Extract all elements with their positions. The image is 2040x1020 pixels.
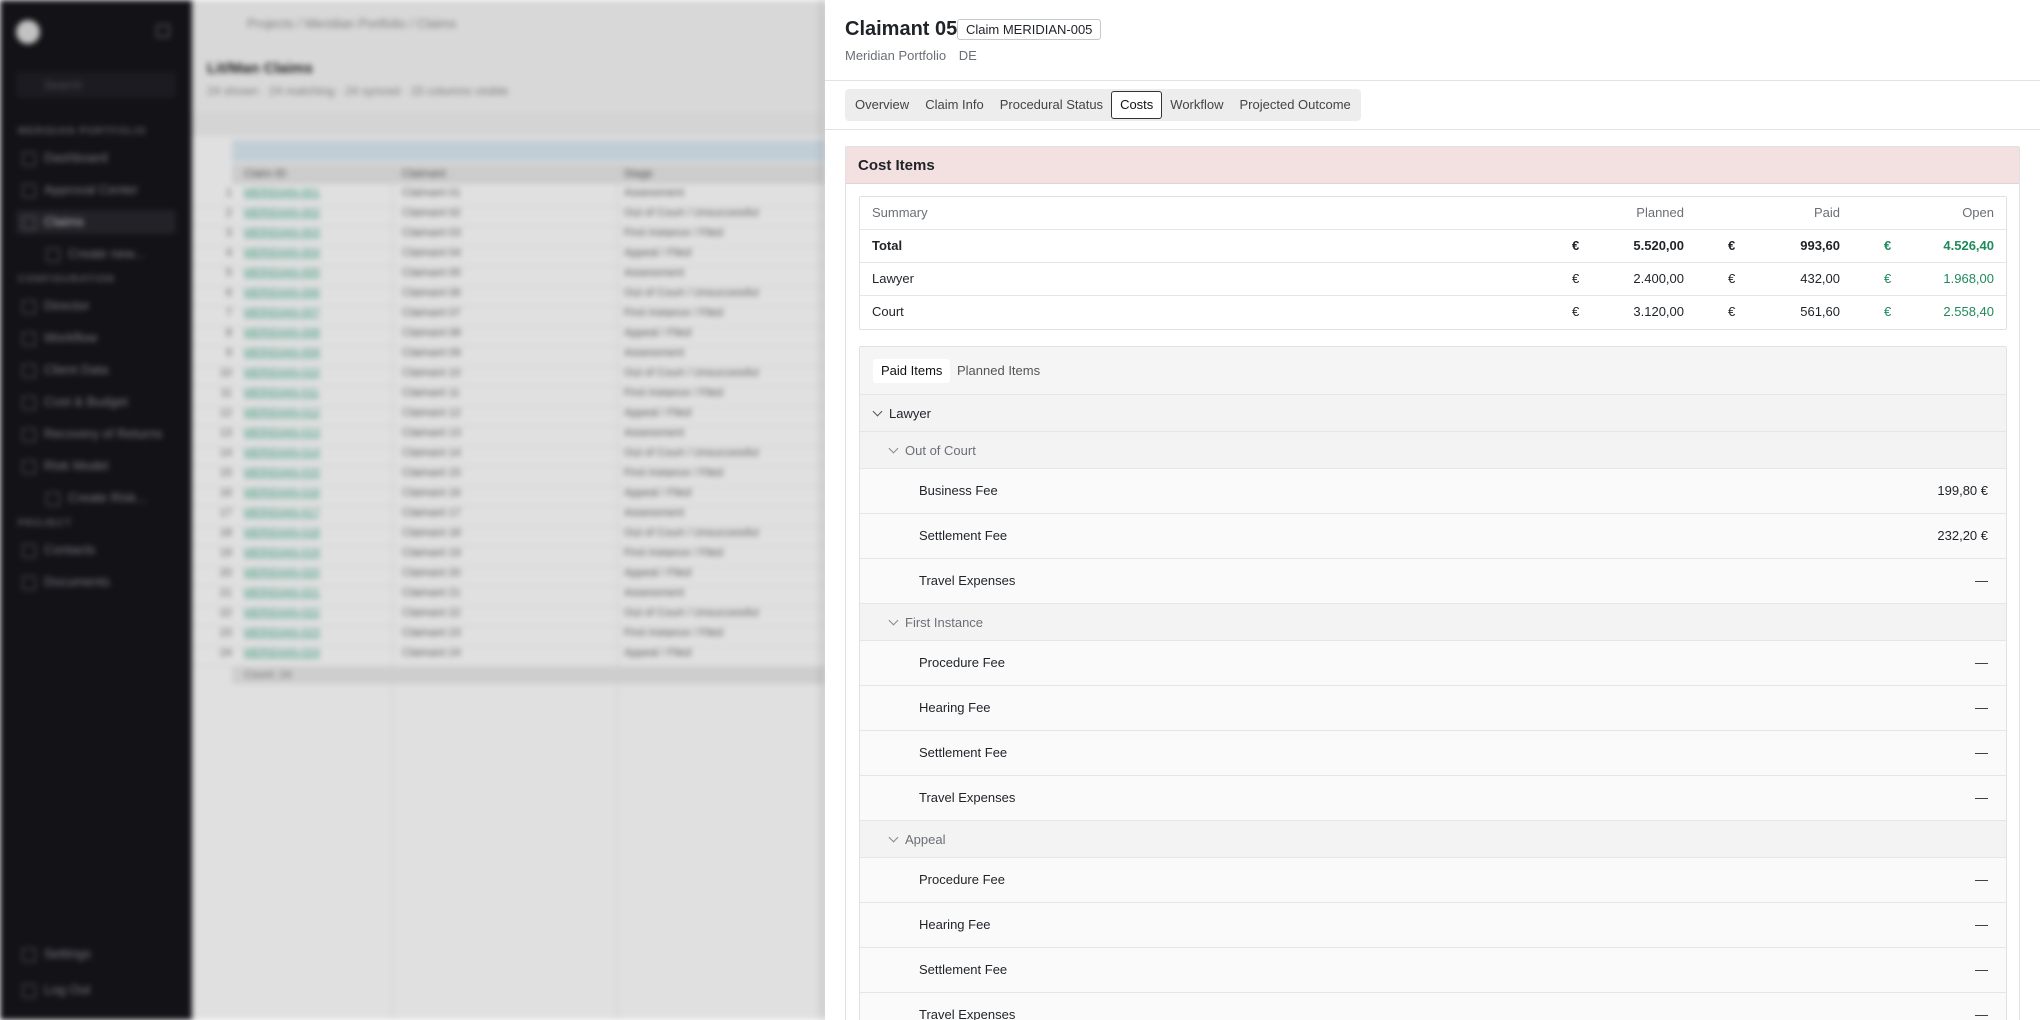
- currency-symbol: €: [1884, 271, 1892, 286]
- tab-costs[interactable]: Costs: [1111, 91, 1163, 119]
- cost-items-panel: Cost Items Summary Planned Paid Open Tot…: [845, 146, 2020, 1020]
- items-subtabs: Paid Items Planned Items: [860, 347, 2006, 395]
- item-rows: Lawyer Out of Court Business Fee 199,80 € Se…: [860, 395, 2006, 1020]
- subtab-paid-items[interactable]: Paid Items: [873, 359, 951, 383]
- chevron-down-icon[interactable]: [888, 443, 899, 454]
- planned-value: 3.120,00: [1633, 304, 1684, 319]
- group-row[interactable]: Lawyer: [860, 395, 2006, 432]
- cost-item-row[interactable]: Travel Expenses —: [860, 776, 2006, 821]
- subgroup-label: Appeal: [905, 832, 946, 847]
- summary-row-lawyer: Lawyer € 2.400,00 € 432,00 € 1.968,00: [860, 263, 2006, 296]
- cost-item-row[interactable]: Business Fee 199,80 €: [860, 469, 2006, 514]
- cost-item-value: —: [1975, 700, 1988, 715]
- subgroup-label: Out of Court: [905, 443, 976, 458]
- cost-item-label: Settlement Fee: [919, 528, 1008, 543]
- cost-item-row[interactable]: Hearing Fee —: [860, 686, 2006, 731]
- drawer-meta: Meridian Portfolio DE: [845, 48, 986, 63]
- open-value: 1.968,00: [1943, 271, 1994, 286]
- currency-symbol: €: [1884, 304, 1892, 319]
- chevron-down-icon[interactable]: [888, 615, 899, 626]
- cost-item-value: —: [1975, 790, 1988, 805]
- cost-item-value: —: [1975, 573, 1988, 588]
- cost-item-label: Hearing Fee: [919, 917, 991, 932]
- summary-header-planned: Planned: [1636, 205, 1684, 220]
- cost-item-label: Business Fee: [919, 483, 998, 498]
- paid-value: 993,60: [1800, 238, 1840, 253]
- tab-procedural-status[interactable]: Procedural Status: [992, 91, 1111, 119]
- subgroup-label: First Instance: [905, 615, 984, 630]
- cost-item-label: Settlement Fee: [919, 745, 1008, 760]
- chevron-down-icon[interactable]: [872, 406, 883, 417]
- cost-item-label: Travel Expenses: [919, 790, 1016, 805]
- subgroup-row[interactable]: Out of Court: [860, 432, 2006, 469]
- modal-backdrop[interactable]: [0, 0, 825, 1020]
- cost-item-value: 199,80 €: [1937, 483, 1988, 498]
- summary-row-label: Court: [872, 304, 904, 319]
- background-app: Search MERIDIAN PORTFOLIO Dashboard Appr…: [0, 0, 825, 1020]
- cost-item-value: 232,20 €: [1937, 528, 1988, 543]
- cost-item-row[interactable]: Procedure Fee —: [860, 641, 2006, 686]
- cost-item-row[interactable]: Travel Expenses —: [860, 993, 2006, 1020]
- summary-row-total: Total € 5.520,00 € 993,60 € 4.526,40: [860, 230, 2006, 263]
- planned-value: 2.400,00: [1633, 271, 1684, 286]
- cost-items-list: Paid Items Planned Items Lawyer Out of Co…: [859, 346, 2007, 1020]
- cost-item-row[interactable]: Settlement Fee 232,20 €: [860, 514, 2006, 559]
- cost-item-label: Settlement Fee: [919, 962, 1008, 977]
- subtab-planned-items[interactable]: Planned Items: [949, 359, 1048, 383]
- tab-workflow[interactable]: Workflow: [1162, 91, 1231, 119]
- currency-symbol: €: [1728, 271, 1736, 286]
- currency-symbol: €: [1728, 238, 1736, 253]
- cost-item-row[interactable]: Procedure Fee —: [860, 858, 2006, 903]
- cost-item-label: Procedure Fee: [919, 655, 1005, 670]
- summary-row-label: Total: [872, 238, 903, 253]
- cost-item-value: —: [1975, 745, 1988, 760]
- subgroup-row[interactable]: Appeal: [860, 821, 2006, 858]
- open-value: 4.526,40: [1943, 238, 1994, 253]
- cost-item-label: Hearing Fee: [919, 700, 991, 715]
- cost-item-row[interactable]: Settlement Fee —: [860, 948, 2006, 993]
- divider: [825, 129, 2040, 130]
- portfolio-name: Meridian Portfolio: [845, 48, 947, 63]
- currency-symbol: €: [1572, 271, 1580, 286]
- currency-symbol: €: [1728, 304, 1736, 319]
- cost-item-value: —: [1975, 872, 1988, 887]
- cost-item-row[interactable]: Travel Expenses —: [860, 559, 2006, 604]
- summary-header-open: Open: [1962, 205, 1994, 220]
- currency-symbol: €: [1884, 238, 1892, 253]
- tab-overview[interactable]: Overview: [847, 91, 917, 119]
- cost-item-label: Travel Expenses: [919, 573, 1016, 588]
- cost-item-value: —: [1975, 917, 1988, 932]
- country-code: DE: [958, 48, 977, 63]
- paid-value: 432,00: [1800, 271, 1840, 286]
- divider: [825, 80, 2040, 81]
- cost-item-row[interactable]: Settlement Fee —: [860, 731, 2006, 776]
- cost-summary-table: Summary Planned Paid Open Total € 5.520,…: [859, 196, 2007, 330]
- cost-item-value: —: [1975, 962, 1988, 977]
- currency-symbol: €: [1572, 238, 1580, 253]
- summary-header-row: Summary Planned Paid Open: [860, 197, 2006, 230]
- subgroup-row[interactable]: First Instance: [860, 604, 2006, 641]
- currency-symbol: €: [1572, 304, 1580, 319]
- cost-item-label: Travel Expenses: [919, 1007, 1016, 1020]
- chevron-down-icon[interactable]: [888, 832, 899, 843]
- paid-value: 561,60: [1800, 304, 1840, 319]
- cost-item-label: Procedure Fee: [919, 872, 1005, 887]
- open-value: 2.558,40: [1943, 304, 1994, 319]
- group-label: Lawyer: [889, 406, 931, 421]
- tab-projected-outcome[interactable]: Projected Outcome: [1232, 91, 1359, 119]
- claim-detail-drawer: Claimant 05 Claim MERIDIAN-005 Meridian …: [825, 0, 2040, 1020]
- claim-id-badge: Claim MERIDIAN-005: [957, 19, 1102, 40]
- panel-title: Cost Items: [846, 147, 2019, 184]
- drawer-title: Claimant 05: [845, 18, 958, 40]
- tab-claim-info[interactable]: Claim Info: [917, 91, 992, 119]
- cost-item-row[interactable]: Hearing Fee —: [860, 903, 2006, 948]
- summary-row-court: Court € 3.120,00 € 561,60 € 2.558,40: [860, 296, 2006, 329]
- cost-item-value: —: [1975, 1007, 1988, 1020]
- summary-header-paid: Paid: [1813, 205, 1840, 220]
- summary-row-label: Lawyer: [872, 271, 914, 286]
- cost-item-value: —: [1975, 655, 1988, 670]
- planned-value: 5.520,00: [1633, 238, 1684, 253]
- drawer-tabs: Overview Claim Info Procedural Status Co…: [845, 89, 1361, 121]
- summary-header-label: Summary: [872, 205, 928, 220]
